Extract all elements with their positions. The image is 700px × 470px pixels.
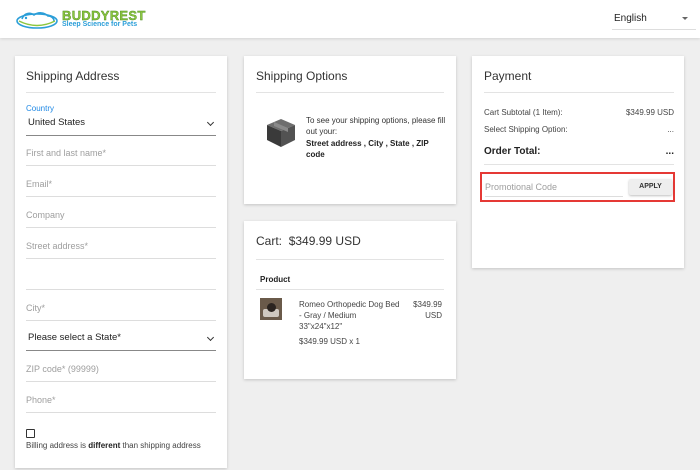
- promo-code-input[interactable]: Promotional Code: [485, 182, 557, 192]
- shipping-required-fields: Street address , City , State , ZIP code: [306, 139, 429, 159]
- country-select[interactable]: United States: [26, 112, 216, 136]
- payment-title: Payment: [484, 69, 532, 83]
- billing-text-emphasis: different: [88, 441, 121, 450]
- state-value: Please select a State*: [28, 332, 121, 343]
- order-total-value: ...: [665, 146, 674, 157]
- promo-input-underline: [485, 196, 623, 197]
- package-box-icon: [267, 119, 295, 147]
- product-thumbnail[interactable]: [260, 298, 282, 320]
- buddyrest-logo[interactable]: BUDDYREST Sleep Science for Pets: [14, 6, 164, 32]
- top-bar: BUDDYREST Sleep Science for Pets English: [0, 0, 700, 38]
- cart-title: Cart: $349.99 USD: [256, 234, 361, 248]
- divider: [484, 164, 674, 165]
- shipping-options-message: To see your shipping options, please fil…: [306, 116, 446, 136]
- caret-down-icon: [682, 17, 688, 20]
- cart-card: Cart: $349.99 USD Product Romeo Orthoped…: [244, 221, 456, 379]
- street-address-placeholder: Street address*: [26, 241, 89, 251]
- name-placeholder: First and last name*: [26, 148, 107, 158]
- shipping-address-title: Shipping Address: [26, 69, 120, 83]
- cart-title-label: Cart:: [256, 234, 283, 248]
- dog-shape: [267, 303, 276, 312]
- divider: [256, 289, 444, 290]
- phone-placeholder: Phone*: [26, 395, 56, 405]
- city-placeholder: City*: [26, 303, 46, 313]
- subtotal-value: $349.99 USD: [625, 108, 674, 117]
- language-select[interactable]: English: [612, 8, 696, 30]
- payment-card: Payment Cart Subtotal (1 Item): $349.99 …: [472, 56, 684, 268]
- shipping-options-card: Shipping Options To see your shipping op…: [244, 56, 456, 204]
- product-column-header: Product: [260, 275, 291, 284]
- brand-tagline: Sleep Science for Pets: [62, 21, 138, 28]
- country-value: United States: [28, 117, 86, 128]
- email-placeholder: Email*: [26, 179, 53, 189]
- order-total-label: Order Total:: [484, 146, 541, 157]
- chevron-down-icon: [206, 333, 215, 342]
- billing-different-label[interactable]: Billing address is different than shippi…: [26, 441, 201, 450]
- city-field[interactable]: City*: [26, 297, 216, 321]
- shipping-option-row: Select Shipping Option: ...: [484, 125, 674, 134]
- street-address-field[interactable]: Street address*: [26, 235, 216, 259]
- billing-text-start: Billing address is: [26, 441, 89, 450]
- email-field[interactable]: Email*: [26, 173, 216, 197]
- promo-code-section: Promotional Code APPLY: [480, 172, 675, 202]
- chevron-down-icon: [206, 118, 215, 127]
- apply-promo-button[interactable]: APPLY: [629, 179, 672, 195]
- shipping-option-label: Select Shipping Option:: [484, 125, 568, 134]
- divider: [484, 92, 674, 93]
- divider: [256, 92, 444, 93]
- language-value: English: [614, 13, 647, 24]
- divider: [26, 92, 216, 93]
- company-placeholder: Company: [26, 210, 65, 220]
- divider: [256, 259, 444, 260]
- shipping-option-value: ...: [667, 125, 674, 134]
- state-select[interactable]: Please select a State*: [26, 327, 216, 351]
- street-address-2-field[interactable]: [26, 266, 216, 290]
- billing-different-checkbox[interactable]: [26, 429, 35, 438]
- sleeping-dog-logo-icon: [16, 12, 58, 29]
- billing-text-end: than shipping address: [120, 441, 201, 450]
- subtotal-label: Cart Subtotal (1 Item):: [484, 108, 563, 117]
- subtotal-row: Cart Subtotal (1 Item): $349.99 USD: [484, 108, 674, 117]
- name-field[interactable]: First and last name*: [26, 142, 216, 166]
- zip-code-field[interactable]: ZIP code* (99999): [26, 358, 216, 382]
- product-name[interactable]: Romeo Orthopedic Dog Bed - Gray / Medium…: [299, 299, 401, 332]
- company-field[interactable]: Company: [26, 204, 216, 228]
- cart-title-amount: $349.99 USD: [288, 234, 361, 248]
- phone-field[interactable]: Phone*: [26, 389, 216, 413]
- product-quantity-line: $349.99 USD x 1: [299, 337, 360, 346]
- order-total-row: Order Total: ...: [484, 146, 674, 157]
- zip-code-placeholder: ZIP code* (99999): [26, 364, 99, 374]
- shipping-options-title: Shipping Options: [256, 69, 348, 83]
- product-price: $349.99 USD: [413, 300, 442, 320]
- shipping-address-card: Shipping Address Country United States F…: [15, 56, 227, 468]
